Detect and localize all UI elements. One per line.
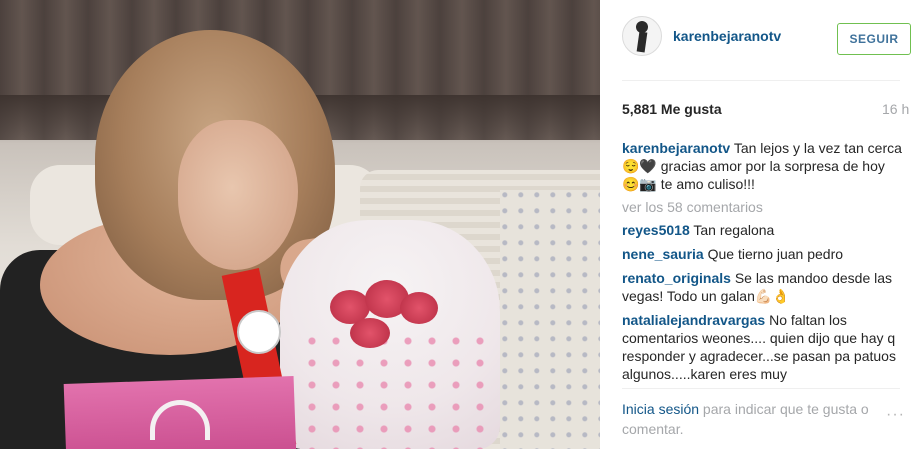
divider [622, 80, 900, 81]
like-count[interactable]: 5,881 Me gusta [622, 101, 722, 117]
divider [622, 388, 900, 389]
comment: renato_originals Se las mandoo desde las… [622, 269, 902, 305]
pin-badge [237, 310, 281, 354]
post-side-panel: karenbejaranotv SEGUIR 5,881 Me gusta 16… [600, 0, 919, 449]
comments-list: karenbejaranotv Tan lejos y la vez tan c… [622, 139, 902, 385]
comment-author[interactable]: reyes5018 [622, 222, 690, 238]
login-prompt: Inicia sesión para indicar que te gusta … [622, 399, 884, 439]
comment: nene_sauria Que tierno juan pedro [622, 245, 902, 263]
comment: natalialejandravargas No faltan los come… [622, 311, 902, 383]
post-header: karenbejaranotv SEGUIR [622, 16, 912, 66]
profile-avatar[interactable] [622, 16, 662, 56]
comment-text: Que tierno juan pedro [707, 246, 844, 262]
comment-author[interactable]: nene_sauria [622, 246, 704, 262]
comment-text: Tan regalona [693, 222, 775, 238]
comment: reyes5018 Tan regalona [622, 221, 902, 239]
login-link[interactable]: Inicia sesión [622, 401, 699, 417]
comment-author[interactable]: renato_originals [622, 270, 731, 286]
caption-author[interactable]: karenbejaranotv [622, 140, 730, 156]
comment-author[interactable]: natalialejandravargas [622, 312, 765, 328]
author-username[interactable]: karenbejaranotv [673, 28, 781, 44]
view-all-comments-link[interactable]: ver los 58 comentarios [622, 199, 902, 215]
caption: karenbejaranotv Tan lejos y la vez tan c… [622, 139, 902, 193]
more-options-icon[interactable]: ··· [886, 406, 905, 424]
post-time: 16 h [882, 101, 910, 117]
follow-button[interactable]: SEGUIR [837, 23, 911, 55]
post-photo[interactable] [0, 0, 600, 449]
